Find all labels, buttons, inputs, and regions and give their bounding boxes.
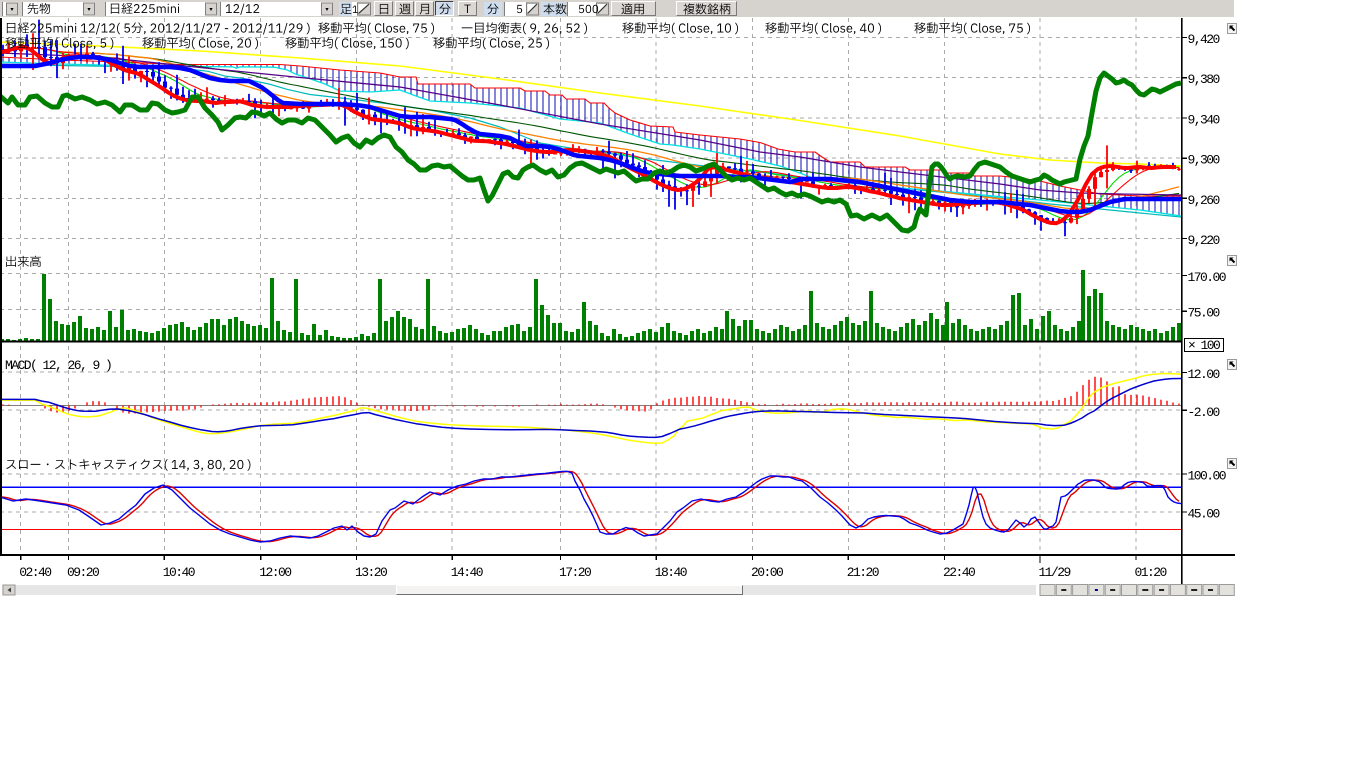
svg-text:9,380: 9,380 bbox=[1188, 72, 1220, 87]
svg-text:21:20: 21:20 bbox=[847, 565, 879, 580]
svg-text:13:20: 13:20 bbox=[355, 565, 387, 580]
svg-text:11/29: 11/29 bbox=[1039, 565, 1071, 580]
svg-text:MACD( 12, 26, 9 ): MACD( 12, 26, 9 ) bbox=[5, 358, 111, 373]
svg-text:9,260: 9,260 bbox=[1188, 193, 1220, 208]
svg-text:100.00: 100.00 bbox=[1188, 468, 1226, 483]
svg-text:17:20: 17:20 bbox=[559, 565, 591, 580]
svg-text:-2.00: -2.00 bbox=[1188, 405, 1220, 420]
svg-text:× 100: × 100 bbox=[1188, 338, 1220, 353]
svg-text:09:20: 09:20 bbox=[67, 565, 99, 580]
svg-text:10:40: 10:40 bbox=[163, 565, 195, 580]
svg-text:18:40: 18:40 bbox=[655, 565, 687, 580]
svg-text:20:00: 20:00 bbox=[751, 565, 783, 580]
svg-text:14:40: 14:40 bbox=[451, 565, 483, 580]
svg-text:02:40: 02:40 bbox=[19, 565, 51, 580]
svg-text:9,300: 9,300 bbox=[1188, 153, 1220, 168]
svg-text:9,420: 9,420 bbox=[1188, 32, 1220, 47]
svg-text:75.00: 75.00 bbox=[1188, 306, 1220, 321]
svg-text:12:00: 12:00 bbox=[259, 565, 291, 580]
svg-text:22:40: 22:40 bbox=[943, 565, 975, 580]
svg-text:9,340: 9,340 bbox=[1188, 112, 1220, 127]
svg-text:12.00: 12.00 bbox=[1188, 367, 1220, 382]
svg-text:170.00: 170.00 bbox=[1188, 270, 1226, 285]
svg-text:01:20: 01:20 bbox=[1135, 565, 1167, 580]
svg-text:9,220: 9,220 bbox=[1188, 233, 1220, 248]
svg-text:45.00: 45.00 bbox=[1188, 506, 1220, 521]
